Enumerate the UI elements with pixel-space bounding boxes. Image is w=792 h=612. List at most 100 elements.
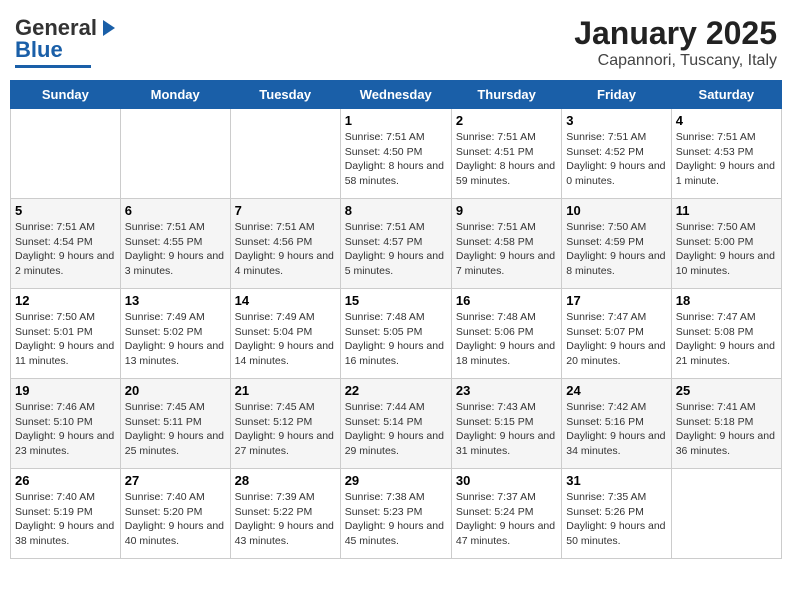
day-number: 7 bbox=[235, 203, 336, 218]
day-info: Sunrise: 7:47 AMSunset: 5:08 PMDaylight:… bbox=[676, 310, 777, 369]
day-number: 17 bbox=[566, 293, 666, 308]
title-block: January 2025 Capannori, Tuscany, Italy bbox=[574, 15, 777, 70]
table-row: 22 Sunrise: 7:44 AMSunset: 5:14 PMDayligh… bbox=[340, 379, 451, 469]
table-row: 15Sunrise: 7:48 AMSunset: 5:05 PMDayligh… bbox=[340, 289, 451, 379]
day-info: Sunrise: 7:51 AMSunset: 4:53 PMDaylight:… bbox=[676, 130, 777, 189]
calendar-week-row: 26 Sunrise: 7:40 AMSunset: 5:19 PMDayligh… bbox=[11, 469, 782, 559]
table-row: 2Sunrise: 7:51 AMSunset: 4:51 PMDaylight… bbox=[451, 109, 561, 199]
table-row: 7 Sunrise: 7:51 AMSunset: 4:56 PMDaylight… bbox=[230, 199, 340, 289]
day-number: 23 bbox=[456, 383, 557, 398]
calendar-title: January 2025 bbox=[574, 15, 777, 52]
logo: General Blue bbox=[15, 15, 117, 68]
col-saturday: Saturday bbox=[671, 81, 781, 109]
table-row: 11Sunrise: 7:50 AMSunset: 5:00 PMDayligh… bbox=[671, 199, 781, 289]
day-info: Sunrise: 7:51 AMSunset: 4:56 PMDaylight:… bbox=[235, 220, 336, 279]
table-row: 23 Sunrise: 7:43 AMSunset: 5:15 PMDayligh… bbox=[451, 379, 561, 469]
day-info: Sunrise: 7:45 AMSunset: 5:11 PMDaylight:… bbox=[125, 400, 226, 459]
day-info: Sunrise: 7:43 AMSunset: 5:15 PMDaylight:… bbox=[456, 400, 557, 459]
table-row: 17 Sunrise: 7:47 AMSunset: 5:07 PMDayligh… bbox=[562, 289, 671, 379]
day-number: 9 bbox=[456, 203, 557, 218]
day-number: 28 bbox=[235, 473, 336, 488]
table-row: 12 Sunrise: 7:50 AMSunset: 5:01 PMDayligh… bbox=[11, 289, 121, 379]
day-number: 22 bbox=[345, 383, 447, 398]
table-row: 25 Sunrise: 7:41 AMSunset: 5:18 PMDayligh… bbox=[671, 379, 781, 469]
table-row bbox=[120, 109, 230, 199]
day-info: Sunrise: 7:47 AMSunset: 5:07 PMDaylight:… bbox=[566, 310, 666, 369]
day-number: 11 bbox=[676, 203, 777, 218]
day-info: Sunrise: 7:51 AMSunset: 4:55 PMDaylight:… bbox=[125, 220, 226, 279]
calendar-week-row: 1Sunrise: 7:51 AMSunset: 4:50 PMDaylight… bbox=[11, 109, 782, 199]
day-number: 13 bbox=[125, 293, 226, 308]
col-friday: Friday bbox=[562, 81, 671, 109]
day-info: Sunrise: 7:50 AMSunset: 5:01 PMDaylight:… bbox=[15, 310, 116, 369]
table-row: 28 Sunrise: 7:39 AMSunset: 5:22 PMDayligh… bbox=[230, 469, 340, 559]
day-number: 25 bbox=[676, 383, 777, 398]
day-number: 6 bbox=[125, 203, 226, 218]
col-wednesday: Wednesday bbox=[340, 81, 451, 109]
day-info: Sunrise: 7:51 AMSunset: 4:52 PMDaylight:… bbox=[566, 130, 666, 189]
day-number: 8 bbox=[345, 203, 447, 218]
calendar-subtitle: Capannori, Tuscany, Italy bbox=[574, 52, 777, 70]
col-sunday: Sunday bbox=[11, 81, 121, 109]
table-row: 1Sunrise: 7:51 AMSunset: 4:50 PMDaylight… bbox=[340, 109, 451, 199]
logo-underline bbox=[15, 65, 91, 68]
day-info: Sunrise: 7:37 AMSunset: 5:24 PMDaylight:… bbox=[456, 490, 557, 549]
day-info: Sunrise: 7:51 AMSunset: 4:58 PMDaylight:… bbox=[456, 220, 557, 279]
day-number: 19 bbox=[15, 383, 116, 398]
table-row: 29 Sunrise: 7:38 AMSunset: 5:23 PMDayligh… bbox=[340, 469, 451, 559]
calendar-week-row: 5 Sunrise: 7:51 AMSunset: 4:54 PMDaylight… bbox=[11, 199, 782, 289]
day-info: Sunrise: 7:51 AMSunset: 4:54 PMDaylight:… bbox=[15, 220, 116, 279]
table-row: 27Sunrise: 7:40 AMSunset: 5:20 PMDayligh… bbox=[120, 469, 230, 559]
day-number: 18 bbox=[676, 293, 777, 308]
col-thursday: Thursday bbox=[451, 81, 561, 109]
table-row: 8Sunrise: 7:51 AMSunset: 4:57 PMDaylight… bbox=[340, 199, 451, 289]
logo-blue-text: Blue bbox=[15, 37, 63, 63]
day-number: 27 bbox=[125, 473, 226, 488]
day-number: 16 bbox=[456, 293, 557, 308]
col-monday: Monday bbox=[120, 81, 230, 109]
day-number: 5 bbox=[15, 203, 116, 218]
table-row: 21Sunrise: 7:45 AMSunset: 5:12 PMDayligh… bbox=[230, 379, 340, 469]
day-info: Sunrise: 7:48 AMSunset: 5:06 PMDaylight:… bbox=[456, 310, 557, 369]
logo-triangle-icon bbox=[97, 18, 117, 38]
day-info: Sunrise: 7:39 AMSunset: 5:22 PMDaylight:… bbox=[235, 490, 336, 549]
table-row: 18 Sunrise: 7:47 AMSunset: 5:08 PMDayligh… bbox=[671, 289, 781, 379]
day-number: 24 bbox=[566, 383, 666, 398]
day-number: 29 bbox=[345, 473, 447, 488]
table-row: 24Sunrise: 7:42 AMSunset: 5:16 PMDayligh… bbox=[562, 379, 671, 469]
table-row: 4 Sunrise: 7:51 AMSunset: 4:53 PMDaylight… bbox=[671, 109, 781, 199]
day-number: 3 bbox=[566, 113, 666, 128]
table-row bbox=[671, 469, 781, 559]
table-row: 14 Sunrise: 7:49 AMSunset: 5:04 PMDayligh… bbox=[230, 289, 340, 379]
day-number: 31 bbox=[566, 473, 666, 488]
table-row: 3 Sunrise: 7:51 AMSunset: 4:52 PMDaylight… bbox=[562, 109, 671, 199]
day-number: 30 bbox=[456, 473, 557, 488]
day-number: 26 bbox=[15, 473, 116, 488]
calendar-week-row: 12 Sunrise: 7:50 AMSunset: 5:01 PMDayligh… bbox=[11, 289, 782, 379]
day-number: 12 bbox=[15, 293, 116, 308]
day-info: Sunrise: 7:41 AMSunset: 5:18 PMDaylight:… bbox=[676, 400, 777, 459]
day-number: 20 bbox=[125, 383, 226, 398]
day-info: Sunrise: 7:49 AMSunset: 5:04 PMDaylight:… bbox=[235, 310, 336, 369]
day-info: Sunrise: 7:46 AMSunset: 5:10 PMDaylight:… bbox=[15, 400, 116, 459]
day-info: Sunrise: 7:40 AMSunset: 5:19 PMDaylight:… bbox=[15, 490, 116, 549]
table-row bbox=[11, 109, 121, 199]
day-info: Sunrise: 7:48 AMSunset: 5:05 PMDaylight:… bbox=[345, 310, 447, 369]
table-row bbox=[230, 109, 340, 199]
day-number: 4 bbox=[676, 113, 777, 128]
table-row: 13 Sunrise: 7:49 AMSunset: 5:02 PMDayligh… bbox=[120, 289, 230, 379]
table-row: 16 Sunrise: 7:48 AMSunset: 5:06 PMDayligh… bbox=[451, 289, 561, 379]
day-info: Sunrise: 7:38 AMSunset: 5:23 PMDaylight:… bbox=[345, 490, 447, 549]
day-info: Sunrise: 7:51 AMSunset: 4:50 PMDaylight:… bbox=[345, 130, 447, 189]
day-number: 2 bbox=[456, 113, 557, 128]
day-number: 14 bbox=[235, 293, 336, 308]
day-info: Sunrise: 7:45 AMSunset: 5:12 PMDaylight:… bbox=[235, 400, 336, 459]
table-row: 5 Sunrise: 7:51 AMSunset: 4:54 PMDaylight… bbox=[11, 199, 121, 289]
table-row: 20 Sunrise: 7:45 AMSunset: 5:11 PMDayligh… bbox=[120, 379, 230, 469]
day-info: Sunrise: 7:49 AMSunset: 5:02 PMDaylight:… bbox=[125, 310, 226, 369]
table-row: 9 Sunrise: 7:51 AMSunset: 4:58 PMDaylight… bbox=[451, 199, 561, 289]
day-info: Sunrise: 7:44 AMSunset: 5:14 PMDaylight:… bbox=[345, 400, 447, 459]
day-number: 10 bbox=[566, 203, 666, 218]
calendar-table: Sunday Monday Tuesday Wednesday Thursday… bbox=[10, 80, 782, 559]
col-tuesday: Tuesday bbox=[230, 81, 340, 109]
